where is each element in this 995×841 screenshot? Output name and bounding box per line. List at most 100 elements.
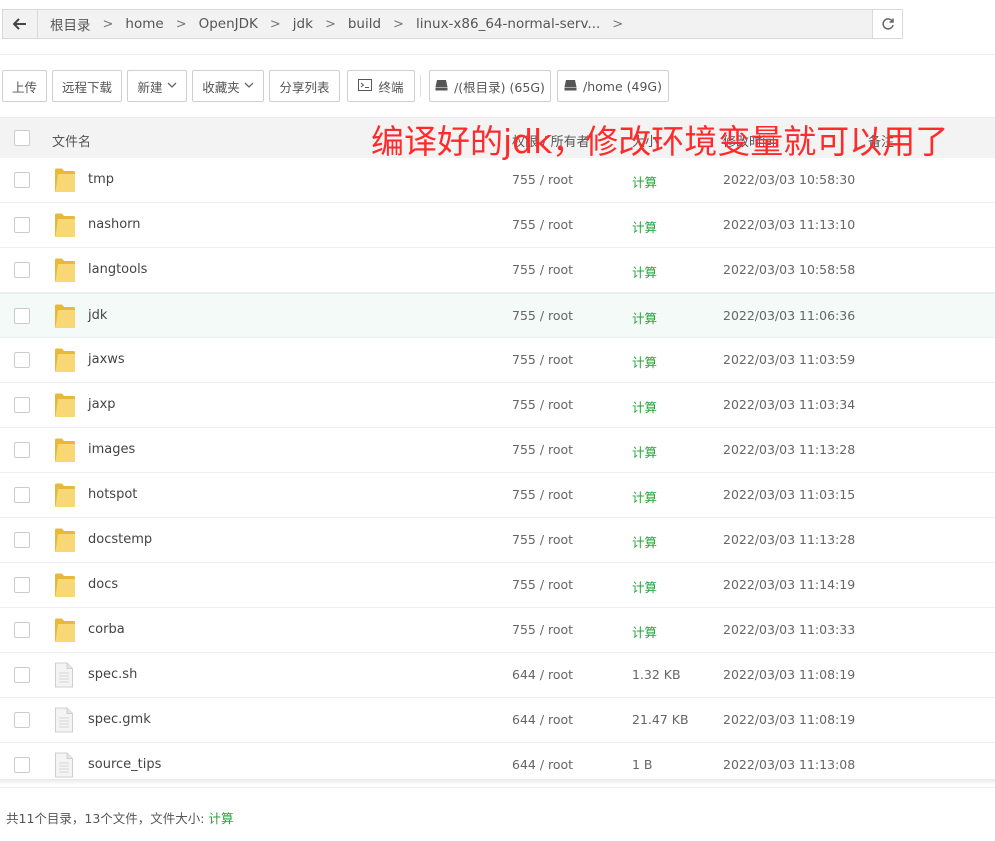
row-checkbox[interactable] <box>14 442 30 458</box>
table-row[interactable]: corba 755 / root 计算 2022/03/03 11:03:33 <box>0 608 995 653</box>
file-permission[interactable]: 644 / root <box>512 712 573 727</box>
disk-home-button[interactable]: /home (49G) <box>557 70 669 102</box>
table-row[interactable]: jdk 755 / root 计算 2022/03/03 11:06:36 <box>0 293 995 338</box>
file-permission[interactable]: 755 / root <box>512 172 573 187</box>
file-name[interactable]: docstemp <box>88 532 152 547</box>
file-permission[interactable]: 644 / root <box>512 757 573 772</box>
address-bar: 根目录 > home > OpenJDK > jdk > build > lin… <box>2 9 903 39</box>
table-row[interactable]: jaxp 755 / root 计算 2022/03/03 11:03:34 <box>0 383 995 428</box>
calc-size-link[interactable]: 计算 <box>632 622 657 641</box>
chevron-down-icon <box>167 81 177 92</box>
breadcrumb-item[interactable]: OpenJDK <box>195 16 262 32</box>
file-name[interactable]: jaxp <box>88 397 116 412</box>
select-all-checkbox[interactable] <box>14 130 30 146</box>
file-name[interactable]: tmp <box>88 172 114 187</box>
file-modified-time: 2022/03/03 11:14:19 <box>723 577 856 592</box>
calc-size-link[interactable]: 计算 <box>632 487 657 506</box>
calc-size-link[interactable]: 计算 <box>632 262 657 281</box>
row-checkbox[interactable] <box>14 262 30 278</box>
file-name[interactable]: corba <box>88 622 125 637</box>
row-checkbox[interactable] <box>14 487 30 503</box>
file-name[interactable]: hotspot <box>88 487 137 502</box>
file-name[interactable]: source_tips <box>88 757 161 772</box>
file-name[interactable]: jaxws <box>88 352 125 367</box>
back-button[interactable] <box>3 10 38 38</box>
file-permission[interactable]: 755 / root <box>512 217 573 232</box>
row-checkbox[interactable] <box>14 757 30 773</box>
chevron-right-icon: > <box>269 16 281 32</box>
file-name[interactable]: nashorn <box>88 217 141 232</box>
file-modified-time: 2022/03/03 11:03:34 <box>723 397 856 412</box>
file-permission[interactable]: 755 / root <box>512 532 573 547</box>
calc-size-link[interactable]: 计算 <box>632 577 657 596</box>
breadcrumb-item[interactable]: build <box>344 16 385 32</box>
row-checkbox[interactable] <box>14 397 30 413</box>
file-permission[interactable]: 755 / root <box>512 352 573 367</box>
row-checkbox[interactable] <box>14 712 30 728</box>
calc-size-link[interactable]: 计算 <box>632 397 657 416</box>
favorites-button[interactable]: 收藏夹 <box>192 70 264 102</box>
file-permission[interactable]: 755 / root <box>512 622 573 637</box>
breadcrumb-item[interactable]: 根目录 <box>46 14 95 34</box>
file-name[interactable]: images <box>88 442 135 457</box>
remote-download-button[interactable]: 远程下载 <box>52 70 122 102</box>
calc-size-link[interactable]: 计算 <box>632 532 657 551</box>
terminal-button[interactable]: 终端 <box>347 70 415 102</box>
chevron-right-icon[interactable]: > <box>604 17 631 32</box>
upload-button[interactable]: 上传 <box>2 70 47 102</box>
file-modified-time: 2022/03/03 11:03:15 <box>723 487 856 502</box>
header-name[interactable]: 文件名 <box>52 131 91 150</box>
calc-size-link[interactable]: 计算 <box>632 308 657 327</box>
file-permission[interactable]: 755 / root <box>512 308 573 323</box>
folder-icon <box>54 392 76 418</box>
table-row[interactable]: images 755 / root 计算 2022/03/03 11:13:28 <box>0 428 995 473</box>
file-name[interactable]: langtools <box>88 262 147 277</box>
folder-icon <box>54 167 76 193</box>
file-name[interactable]: spec.gmk <box>88 712 151 727</box>
row-checkbox[interactable] <box>14 172 30 188</box>
file-permission[interactable]: 755 / root <box>512 397 573 412</box>
row-checkbox[interactable] <box>14 532 30 548</box>
calc-size-link[interactable]: 计算 <box>632 172 657 191</box>
breadcrumb-item[interactable]: jdk <box>289 16 317 32</box>
breadcrumb-item[interactable]: home <box>121 16 167 32</box>
footer-calc-link[interactable]: 计算 <box>209 811 234 826</box>
table-row[interactable]: docs 755 / root 计算 2022/03/03 11:14:19 <box>0 563 995 608</box>
file-permission[interactable]: 755 / root <box>512 487 573 502</box>
calc-size-link[interactable]: 计算 <box>632 217 657 236</box>
table-row[interactable]: spec.gmk 644 / root 21.47 KB 2022/03/03 11:… <box>0 698 995 743</box>
calc-size-link[interactable]: 计算 <box>632 442 657 461</box>
file-name[interactable]: jdk <box>88 308 107 323</box>
file-icon <box>54 707 76 733</box>
table-row[interactable]: hotspot 755 / root 计算 2022/03/03 11:03:15 <box>0 473 995 518</box>
row-checkbox[interactable] <box>14 622 30 638</box>
table-row[interactable]: docstemp 755 / root 计算 2022/03/03 11:13:28 <box>0 518 995 563</box>
table-row[interactable]: langtools 755 / root 计算 2022/03/03 10:58:58 <box>0 248 995 293</box>
refresh-button[interactable] <box>872 10 902 38</box>
row-checkbox[interactable] <box>14 667 30 683</box>
table-row[interactable]: nashorn 755 / root 计算 2022/03/03 11:13:10 <box>0 203 995 248</box>
breadcrumb-item[interactable]: linux-x86_64-normal-serv... <box>412 16 604 32</box>
row-checkbox[interactable] <box>14 577 30 593</box>
row-checkbox[interactable] <box>14 308 30 324</box>
table-row[interactable]: spec.sh 644 / root 1.32 KB 2022/03/03 11:08… <box>0 653 995 698</box>
file-modified-time: 2022/03/03 11:08:19 <box>723 712 856 727</box>
file-permission[interactable]: 755 / root <box>512 262 573 277</box>
file-permission[interactable]: 644 / root <box>512 667 573 682</box>
row-checkbox[interactable] <box>14 352 30 368</box>
disk-root-button[interactable]: /(根目录) (65G) <box>429 70 551 102</box>
row-checkbox[interactable] <box>14 217 30 233</box>
share-list-button[interactable]: 分享列表 <box>269 70 340 102</box>
file-permission[interactable]: 755 / root <box>512 442 573 457</box>
file-permission[interactable]: 755 / root <box>512 577 573 592</box>
folder-icon <box>54 482 76 508</box>
file-modified-time: 2022/03/03 11:08:19 <box>723 667 856 682</box>
table-row[interactable]: jaxws 755 / root 计算 2022/03/03 11:03:59 <box>0 338 995 383</box>
scroll-shadow <box>0 779 995 785</box>
calc-size-link[interactable]: 计算 <box>632 352 657 371</box>
file-name[interactable]: spec.sh <box>88 667 137 682</box>
favorites-label: 收藏夹 <box>202 79 240 95</box>
file-name[interactable]: docs <box>88 577 118 592</box>
new-button[interactable]: 新建 <box>127 70 187 102</box>
table-row[interactable]: tmp 755 / root 计算 2022/03/03 10:58:30 <box>0 158 995 203</box>
